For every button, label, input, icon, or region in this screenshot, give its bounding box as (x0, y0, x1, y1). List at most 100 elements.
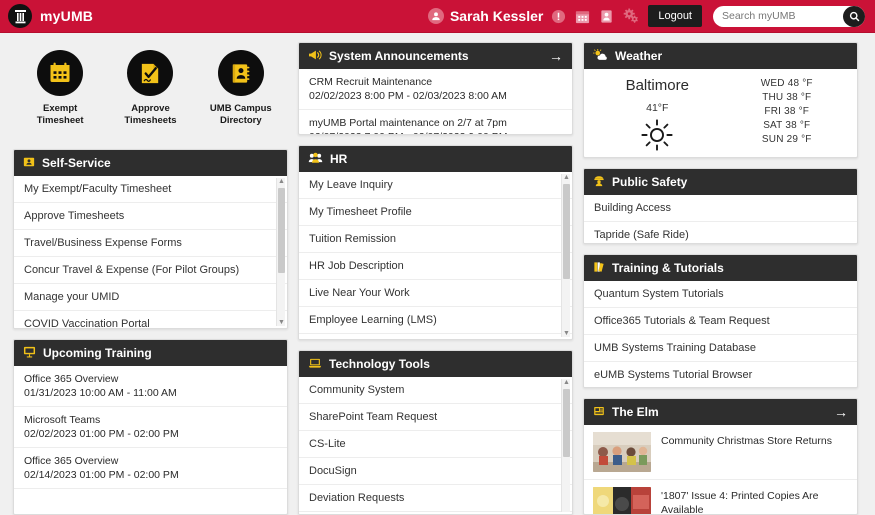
scroll-up-arrow[interactable]: ▲ (278, 178, 285, 185)
list-item[interactable]: Office 365 Overview 02/14/2023 01:00 PM … (14, 448, 287, 489)
brand-name: myUMB (40, 8, 93, 24)
list-item[interactable]: Quantum System Tutorials (584, 281, 857, 308)
user-chip[interactable]: Sarah Kessler (428, 8, 543, 24)
panel-header: Public Safety (584, 169, 857, 195)
scrollbar-thumb[interactable] (278, 188, 285, 273)
user-avatar-icon (428, 8, 444, 24)
calendar-icon (37, 50, 83, 96)
scrollbar-thumb[interactable] (563, 184, 570, 279)
event-date: 01/31/2023 10:00 AM - 11:00 AM (24, 386, 277, 400)
id-badge-icon[interactable] (598, 8, 615, 25)
forecast-day-name: WED (761, 78, 785, 89)
list-item[interactable]: My Exempt/Faculty Timesheet (14, 176, 287, 203)
user-name: Sarah Kessler (450, 8, 543, 24)
logout-button[interactable]: Logout (648, 5, 702, 27)
list-item[interactable]: UMB Systems Training Database (584, 335, 857, 362)
panel-title: Technology Tools (329, 357, 430, 371)
event-date: 02/14/2023 01:00 PM - 02:00 PM (24, 468, 277, 482)
panel-training-tutorials: Training & Tutorials Quantum System Tuto… (583, 254, 858, 388)
quick-links-row: Exempt Timesheet Approve Timesheets (13, 42, 288, 139)
quicklink-label: Exempt Timesheet (20, 103, 100, 127)
announcement-title: myUMB Portal maintenance on 2/7 at 7pm (309, 116, 562, 130)
list-item[interactable]: Office 365 Overview 01/31/2023 10:00 AM … (14, 366, 287, 407)
panel-title: Self-Service (42, 156, 111, 170)
scrollbar-vertical[interactable]: ▲ (561, 379, 570, 512)
panel-header: Upcoming Training (14, 340, 287, 366)
list-item[interactable]: Deviation Requests (299, 485, 572, 512)
scrollbar-vertical[interactable]: ▲ ▼ (561, 174, 570, 337)
list-item[interactable]: My Leave Inquiry (299, 172, 572, 199)
scroll-up-arrow[interactable]: ▲ (563, 174, 570, 181)
header-right-cluster: Sarah Kessler Logout (428, 5, 865, 27)
forecast-day-temp: 38 °F (785, 120, 810, 131)
scroll-down-arrow[interactable]: ▼ (278, 319, 285, 326)
list-item[interactable]: Taleo (299, 334, 572, 339)
list-item[interactable]: Employee Learning (LMS) (299, 307, 572, 334)
search-box[interactable] (713, 6, 865, 27)
search-input[interactable] (722, 10, 832, 22)
sun-icon (588, 118, 727, 152)
approve-document-icon (127, 50, 173, 96)
alert-info-icon[interactable] (550, 8, 567, 25)
list-item[interactable]: My Timesheet Profile (299, 199, 572, 226)
brand[interactable]: myUMB (8, 4, 93, 28)
training-tutorials-list[interactable]: Quantum System Tutorials Office365 Tutor… (584, 281, 857, 387)
panel-header: Training & Tutorials (584, 255, 857, 281)
list-item[interactable]: Community System (299, 377, 572, 404)
quicklink-umb-campus-directory[interactable]: UMB Campus Directory (201, 50, 281, 127)
list-item[interactable]: Approve Timesheets (14, 203, 287, 230)
list-item[interactable]: '1807' Issue 4: Printed Copies Are Avail… (584, 480, 857, 514)
list-item[interactable]: Tuition Remission (299, 226, 572, 253)
forecast-day-temp: 38 °F (784, 106, 809, 117)
self-service-list[interactable]: My Exempt/Faculty Timesheet Approve Time… (14, 176, 287, 328)
list-item[interactable]: eUMB Systems Tutorial Browser (584, 362, 857, 387)
event-title: Office 365 Overview (24, 372, 277, 386)
list-item[interactable]: Office365 Tutorials & Team Request (584, 308, 857, 335)
calendar-icon[interactable] (574, 8, 591, 25)
panel-weather: Weather Baltimore 41°F (583, 42, 858, 158)
list-item[interactable]: Live Near Your Work (299, 280, 572, 307)
public-safety-list[interactable]: Building Access Tapride (Safe Ride) (584, 195, 857, 243)
view-all-arrow-icon[interactable]: → (549, 49, 563, 63)
list-item[interactable]: DocuSign (299, 458, 572, 485)
list-item[interactable]: CRM Recruit Maintenance 02/02/2023 8:00 … (299, 69, 572, 110)
hr-list[interactable]: My Leave Inquiry My Timesheet Profile Tu… (299, 172, 572, 339)
list-item[interactable]: Community Christmas Store Returns (584, 425, 857, 480)
the-elm-list[interactable]: Community Christmas Store Returns (584, 425, 857, 514)
quicklink-exempt-timesheet[interactable]: Exempt Timesheet (20, 50, 100, 127)
list-item[interactable]: Travel/Business Expense Forms (14, 230, 287, 257)
view-all-arrow-icon[interactable]: → (834, 405, 848, 419)
announcements-list[interactable]: CRM Recruit Maintenance 02/02/2023 8:00 … (299, 69, 572, 134)
weather-city: Baltimore (588, 77, 727, 94)
list-item[interactable]: SharePoint Team Request (299, 404, 572, 431)
forecast-day: FRI 38 °F (764, 106, 809, 117)
quicklink-label-line1: Approve (110, 103, 190, 115)
list-item[interactable]: Building Access (584, 195, 857, 222)
technology-tools-list[interactable]: Community System SharePoint Team Request… (299, 377, 572, 514)
column-logo-icon (8, 4, 32, 28)
dashboard-grid: Exempt Timesheet Approve Timesheets (0, 33, 875, 515)
list-item[interactable]: Concur Travel & Expense (For Pilot Group… (14, 257, 287, 284)
panel-technology-tools: Technology Tools Community System ShareP… (298, 350, 573, 515)
scroll-down-arrow[interactable]: ▼ (563, 330, 570, 337)
weather-body: Baltimore 41°F (584, 69, 857, 157)
quicklink-approve-timesheets[interactable]: Approve Timesheets (110, 50, 190, 127)
forecast-day-name: SAT (763, 120, 782, 131)
panel-header: Self-Service (14, 150, 287, 176)
list-item[interactable]: Manage your UMID (14, 284, 287, 311)
scrollbar-thumb[interactable] (563, 389, 570, 457)
scroll-up-arrow[interactable]: ▲ (563, 379, 570, 386)
scrollbar-vertical[interactable]: ▲ ▼ (276, 178, 285, 326)
list-item[interactable]: Digital Displays (299, 512, 572, 514)
list-item[interactable]: Tapride (Safe Ride) (584, 222, 857, 243)
upcoming-training-list[interactable]: Office 365 Overview 01/31/2023 10:00 AM … (14, 366, 287, 514)
list-item[interactable]: HR Job Description (299, 253, 572, 280)
presentation-screen-icon (23, 346, 36, 361)
list-item[interactable]: Microsoft Teams 02/02/2023 01:00 PM - 02… (14, 407, 287, 448)
gears-icon[interactable] (622, 8, 639, 25)
list-item[interactable]: CS-Lite (299, 431, 572, 458)
announcement-date: 02/07/2023 7:00 PM - 02/07/2023 9:00 PM (309, 130, 562, 134)
search-icon[interactable] (843, 6, 865, 27)
list-item[interactable]: myUMB Portal maintenance on 2/7 at 7pm 0… (299, 110, 572, 134)
list-item[interactable]: COVID Vaccination Portal (14, 311, 287, 328)
